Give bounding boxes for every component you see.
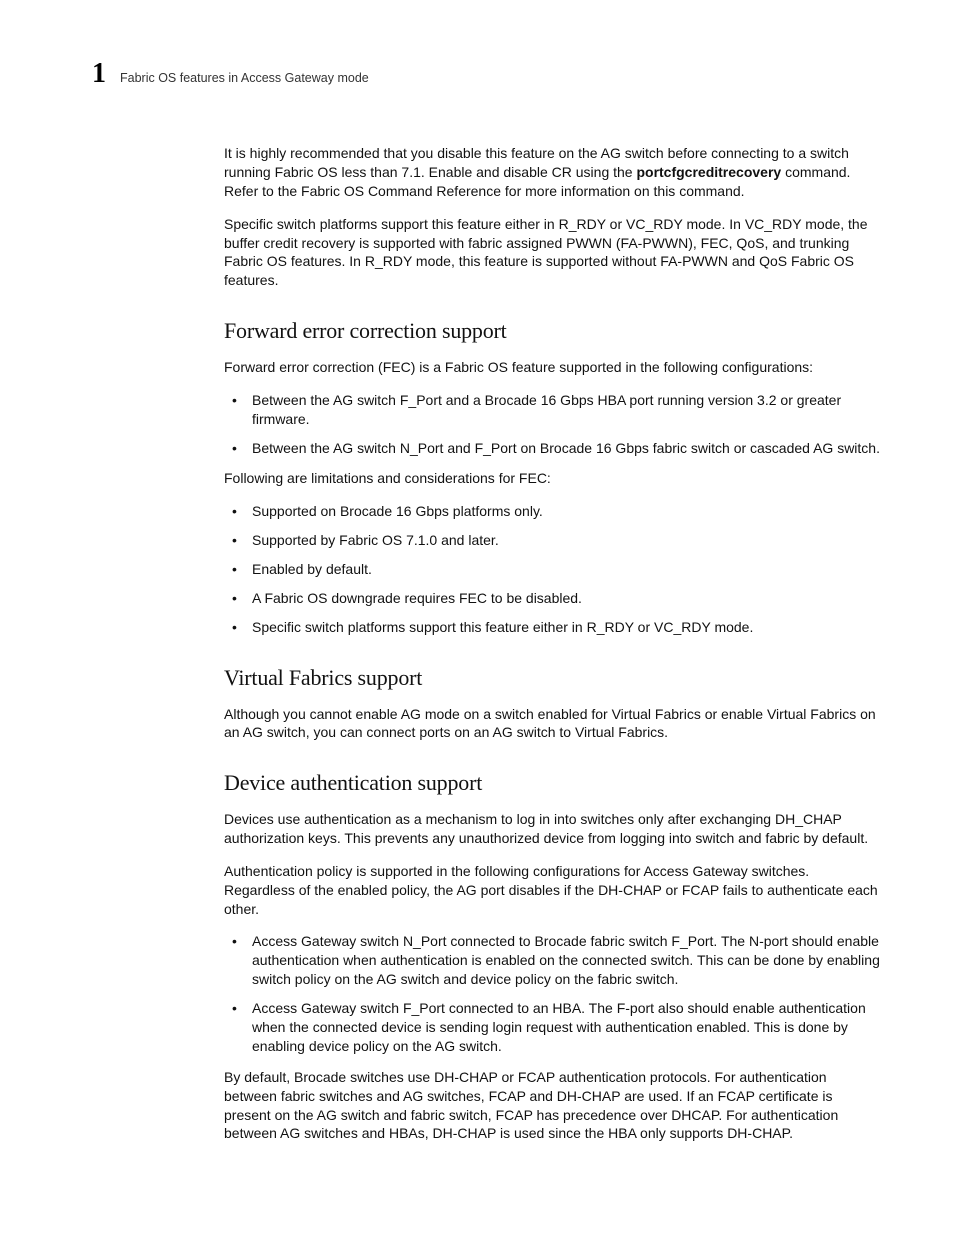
paragraph: Forward error correction (FEC) is a Fabr… bbox=[224, 358, 882, 377]
heading-fec: Forward error correction support bbox=[224, 316, 882, 346]
list-item: A Fabric OS downgrade requires FEC to be… bbox=[224, 589, 882, 608]
list-item: Access Gateway switch N_Port connected t… bbox=[224, 932, 882, 989]
list-item: Access Gateway switch F_Port connected t… bbox=[224, 999, 882, 1056]
list-item: Specific switch platforms support this f… bbox=[224, 618, 882, 637]
paragraph: By default, Brocade switches use DH-CHAP… bbox=[224, 1068, 882, 1144]
page: 1 Fabric OS features in Access Gateway m… bbox=[0, 0, 954, 1217]
paragraph: Authentication policy is supported in th… bbox=[224, 862, 882, 919]
chapter-number: 1 bbox=[92, 60, 106, 88]
running-title: Fabric OS features in Access Gateway mod… bbox=[120, 71, 369, 85]
heading-device-auth: Device authentication support bbox=[224, 768, 882, 798]
list-item: Enabled by default. bbox=[224, 560, 882, 579]
running-header: 1 Fabric OS features in Access Gateway m… bbox=[92, 60, 882, 88]
fec-config-list: Between the AG switch F_Port and a Broca… bbox=[224, 391, 882, 458]
list-item: Supported by Fabric OS 7.1.0 and later. bbox=[224, 531, 882, 550]
command-name: portcfgcreditrecovery bbox=[636, 164, 781, 180]
paragraph: Although you cannot enable AG mode on a … bbox=[224, 705, 882, 743]
list-item: Between the AG switch F_Port and a Broca… bbox=[224, 391, 882, 429]
body-content: It is highly recommended that you disabl… bbox=[224, 144, 882, 1143]
list-item: Supported on Brocade 16 Gbps platforms o… bbox=[224, 502, 882, 521]
paragraph: Devices use authentication as a mechanis… bbox=[224, 810, 882, 848]
paragraph: Following are limitations and considerat… bbox=[224, 469, 882, 488]
paragraph: It is highly recommended that you disabl… bbox=[224, 144, 882, 201]
fec-limits-list: Supported on Brocade 16 Gbps platforms o… bbox=[224, 502, 882, 636]
auth-config-list: Access Gateway switch N_Port connected t… bbox=[224, 932, 882, 1055]
paragraph: Specific switch platforms support this f… bbox=[224, 215, 882, 291]
heading-virtual-fabrics: Virtual Fabrics support bbox=[224, 663, 882, 693]
list-item: Between the AG switch N_Port and F_Port … bbox=[224, 439, 882, 458]
